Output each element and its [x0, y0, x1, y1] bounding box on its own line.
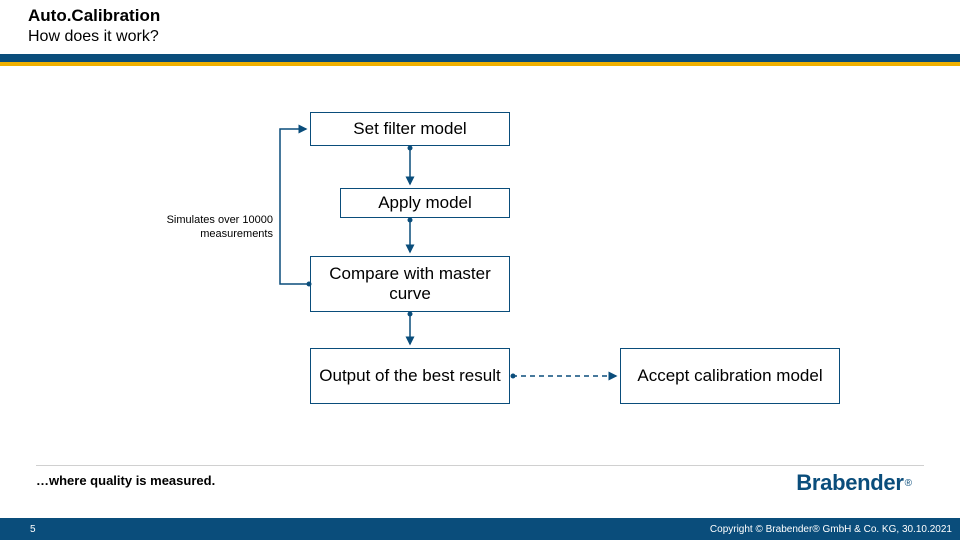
- node-set-filter-model: Set filter model: [310, 112, 510, 146]
- copyright-text: Copyright © Brabender® GmbH & Co. KG, 30…: [710, 524, 952, 535]
- page-subtitle: How does it work?: [28, 28, 960, 46]
- node-accept-calibration: Accept calibration model: [620, 348, 840, 404]
- brand-logo: Brabender ®: [796, 470, 912, 496]
- page-number: 5: [30, 524, 36, 535]
- brand-logo-text: Brabender: [796, 470, 903, 496]
- tagline: …where quality is measured.: [36, 473, 215, 488]
- header-stripe-blue: [0, 54, 960, 62]
- header: Auto.Calibration How does it work?: [0, 0, 960, 66]
- page-title: Auto.Calibration: [28, 6, 960, 26]
- footer-bar: 5 Copyright © Brabender® GmbH & Co. KG, …: [0, 518, 960, 540]
- diagram-canvas: Set filter model Apply model Compare wit…: [0, 70, 960, 470]
- separator: [36, 465, 924, 466]
- registered-icon: ®: [905, 478, 912, 489]
- node-apply-model: Apply model: [340, 188, 510, 218]
- node-compare-master-curve: Compare with master curve: [310, 256, 510, 312]
- node-output-best-result: Output of the best result: [310, 348, 510, 404]
- header-stripe-gold: [0, 62, 960, 66]
- loop-label: Simulates over 10000 measurements: [143, 214, 273, 242]
